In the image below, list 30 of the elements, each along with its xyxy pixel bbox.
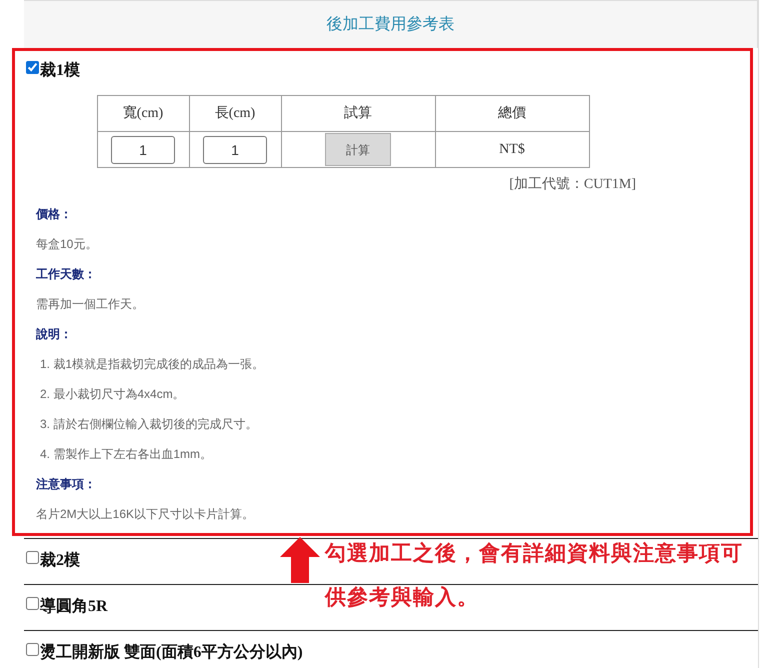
section-heading: 注意事項：: [36, 476, 96, 493]
width-field[interactable]: 1: [111, 136, 175, 164]
option-label: 導圓角5R: [40, 596, 108, 617]
column-header: 長(cm): [189, 96, 281, 132]
note-item: 2. 最小裁切尺寸為4x4cm。: [40, 386, 185, 403]
section-heading: 工作天數：: [36, 266, 96, 283]
info-text: 名片2M大以上16K以下尺寸以卡片計算。: [36, 506, 254, 523]
total-price: NT$: [499, 142, 525, 157]
column-header: 總價: [435, 96, 589, 132]
checkbox[interactable]: [26, 643, 39, 656]
annotation-text: 勾選加工之後，會有詳細資料與注意事項可供參考與輸入。: [325, 540, 744, 611]
note-item: 4. 需製作上下左右各出血1mm。: [40, 446, 212, 463]
calculate-button[interactable]: 計算: [325, 133, 391, 166]
note-item: 1. 裁1模就是指裁切完成後的成品為一張。: [40, 356, 264, 373]
checkbox[interactable]: [26, 597, 39, 610]
column-header: 寬(cm): [97, 96, 189, 132]
info-text: 每盒10元。: [36, 236, 98, 253]
option-label: 裁2模: [40, 550, 80, 571]
section-heading: 價格：: [36, 206, 72, 223]
section-heading: 說明：: [36, 326, 72, 343]
length-field[interactable]: 1: [203, 136, 267, 164]
info-text: 需再加一個工作天。: [36, 296, 144, 313]
checkbox[interactable]: [26, 551, 39, 564]
page-title: 後加工費用參考表: [326, 14, 454, 34]
process-code: [加工代號：CUT1M]: [509, 176, 636, 194]
checkbox[interactable]: [26, 61, 39, 74]
column-header: 試算: [281, 96, 435, 132]
option-label: 燙工開新版 雙面(面積6平方公分以內): [40, 642, 303, 663]
note-item: 3. 請於右側欄位輸入裁切後的完成尺寸。: [40, 416, 258, 433]
option-label: 裁1模: [40, 60, 80, 81]
